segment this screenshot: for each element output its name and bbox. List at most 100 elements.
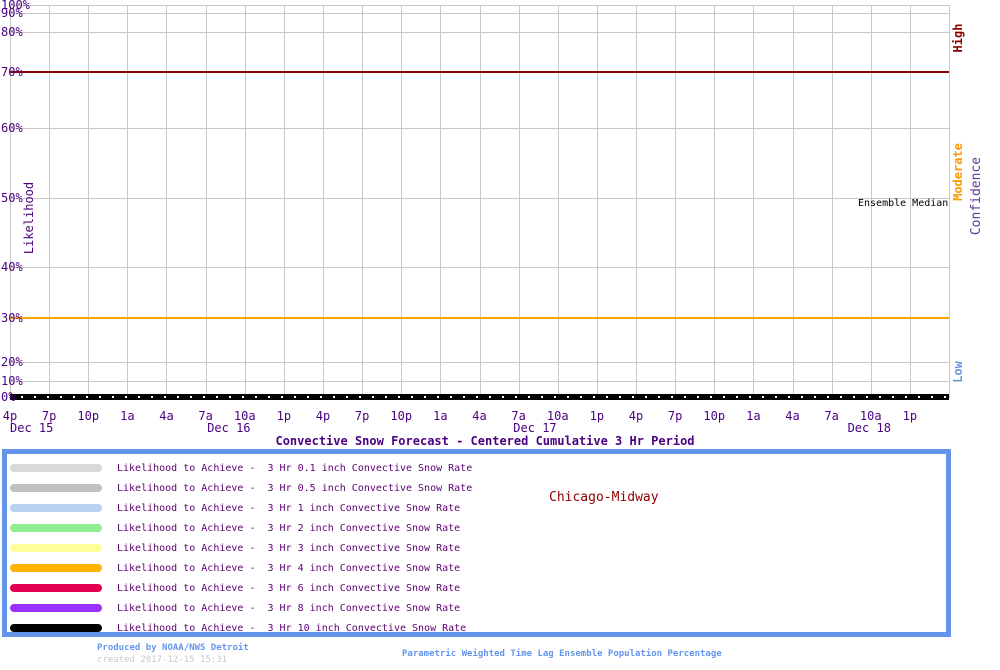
x-tick-label: 4a bbox=[785, 409, 800, 423]
vertical-gridline bbox=[792, 5, 794, 398]
x-tick-label: 7p bbox=[354, 409, 370, 423]
vertical-gridline bbox=[362, 5, 364, 398]
x-tick-label: 1a bbox=[433, 409, 448, 423]
legend-label: Likelihood to Achieve - 3 Hr 4 inch Conv… bbox=[117, 562, 461, 574]
right-axis-title: Confidence bbox=[969, 156, 984, 236]
vertical-gridline bbox=[557, 5, 559, 398]
date-label: Dec 15 bbox=[10, 421, 54, 435]
x-tick-label: 1p bbox=[902, 409, 918, 423]
legend-label: Likelihood to Achieve - 3 Hr 0.1 inch Co… bbox=[117, 462, 473, 474]
y-tick-label: 50% bbox=[1, 190, 23, 205]
date-label: Dec 16 bbox=[207, 421, 251, 435]
plot-area bbox=[10, 5, 950, 400]
legend-item: Likelihood to Achieve - 3 Hr 10 inch Con… bbox=[10, 618, 466, 638]
legend-item: Likelihood to Achieve - 3 Hr 2 inch Conv… bbox=[10, 518, 460, 538]
legend-swatch bbox=[10, 564, 102, 572]
legend-swatch bbox=[10, 624, 102, 632]
vertical-gridline bbox=[401, 5, 403, 398]
y-tick-label: 80% bbox=[1, 25, 23, 40]
x-tick-label: 10p bbox=[390, 409, 413, 423]
x-tick-label: 4a bbox=[472, 409, 487, 423]
legend-label: Likelihood to Achieve - 3 Hr 3 inch Conv… bbox=[117, 542, 461, 554]
confidence-zone-label-low: Low bbox=[951, 361, 965, 383]
x-tick-label: 4a bbox=[159, 409, 174, 423]
chart-title: Convective Snow Forecast - Centered Cumu… bbox=[275, 434, 695, 448]
horizontal-gridline bbox=[10, 361, 949, 363]
legend-item: Likelihood to Achieve - 3 Hr 6 inch Conv… bbox=[10, 578, 460, 598]
y-tick-label: 60% bbox=[1, 121, 23, 135]
vertical-gridline bbox=[283, 5, 285, 398]
vertical-gridline bbox=[714, 5, 716, 398]
legend-item: Likelihood to Achieve - 3 Hr 4 inch Conv… bbox=[10, 558, 460, 578]
station-name: Chicago-Midway bbox=[549, 490, 659, 505]
vertical-gridline bbox=[88, 5, 90, 398]
legend-swatch bbox=[10, 524, 102, 532]
y-tick-label: 40% bbox=[1, 260, 23, 275]
produced-by-credit: Produced by NOAA/NWS Detroit bbox=[97, 643, 249, 653]
y-tick-label: 0% bbox=[1, 389, 16, 404]
zero-percent-data-band bbox=[10, 393, 949, 400]
vertical-gridline bbox=[479, 5, 481, 398]
legend-swatch bbox=[10, 584, 102, 592]
vertical-gridline bbox=[49, 5, 51, 398]
legend-label: Likelihood to Achieve - 3 Hr 8 inch Conv… bbox=[117, 602, 461, 614]
x-tick-label: 7p bbox=[667, 409, 683, 423]
ensemble-median-label: Ensemble Median bbox=[858, 198, 949, 209]
confidence-zone-label-moderate: Moderate bbox=[951, 143, 965, 201]
legend-swatch bbox=[10, 464, 102, 472]
confidence-zone-label-high: High bbox=[951, 23, 965, 53]
y-tick-label: 20% bbox=[1, 354, 23, 369]
horizontal-gridline bbox=[10, 32, 949, 34]
legend-label: Likelihood to Achieve - 3 Hr 6 inch Conv… bbox=[117, 582, 461, 594]
vertical-gridline bbox=[949, 5, 950, 398]
reference-line-30pct bbox=[10, 316, 949, 319]
legend-label: Likelihood to Achieve - 3 Hr 1 inch Conv… bbox=[117, 502, 461, 514]
legend-label: Likelihood to Achieve - 3 Hr 2 inch Conv… bbox=[117, 522, 461, 534]
vertical-gridline bbox=[440, 5, 442, 398]
legend-label: Likelihood to Achieve - 3 Hr 0.5 inch Co… bbox=[117, 482, 473, 494]
vertical-gridline bbox=[635, 5, 637, 398]
horizontal-gridline bbox=[10, 128, 949, 129]
vertical-gridline bbox=[753, 5, 755, 398]
created-timestamp: created 2017-12-15 15:31 bbox=[97, 655, 228, 665]
vertical-gridline bbox=[518, 5, 520, 398]
legend-swatch bbox=[10, 484, 102, 492]
legend-label: Likelihood to Achieve - 3 Hr 10 inch Con… bbox=[117, 622, 467, 634]
horizontal-gridline bbox=[10, 5, 949, 6]
horizontal-gridline bbox=[10, 197, 949, 199]
vertical-gridline bbox=[244, 5, 246, 398]
vertical-gridline bbox=[127, 5, 129, 398]
legend-item: Likelihood to Achieve - 3 Hr 3 inch Conv… bbox=[10, 538, 460, 558]
x-tick-label: 1a bbox=[746, 409, 761, 423]
legend-swatch bbox=[10, 604, 102, 612]
convective-snow-forecast-chart: 100% 90% 80% 70% 60% 50% 40% 30% 20% 10% 0% 4p 7p 10… bbox=[0, 0, 1000, 670]
x-tick-label: 4p bbox=[628, 409, 644, 423]
vertical-gridline bbox=[675, 5, 677, 398]
legend-item: Likelihood to Achieve - 3 Hr 0.1 inch Co… bbox=[10, 458, 472, 478]
legend-item: Likelihood to Achieve - 3 Hr 8 inch Conv… bbox=[10, 598, 460, 618]
horizontal-gridline bbox=[10, 12, 949, 14]
product-description: Parametric Weighted Time Lag Ensemble Po… bbox=[402, 649, 722, 659]
y-tick-label: 70% bbox=[1, 65, 23, 80]
x-tick-label: 1p bbox=[276, 409, 292, 423]
legend-item: Likelihood to Achieve - 3 Hr 1 inch Conv… bbox=[10, 498, 460, 518]
vertical-gridline bbox=[205, 5, 207, 398]
y-tick-label: 10% bbox=[1, 374, 23, 389]
x-tick-label: 1p bbox=[589, 409, 605, 423]
date-label: Dec 18 bbox=[847, 421, 891, 435]
y-tick-label: 90% bbox=[1, 5, 23, 20]
date-label: Dec 17 bbox=[513, 421, 557, 435]
legend-swatch bbox=[10, 544, 102, 552]
ensemble-median-dotted-line bbox=[10, 395, 949, 398]
horizontal-gridline bbox=[10, 381, 949, 383]
reference-line-70pct bbox=[10, 71, 949, 74]
legend-swatch bbox=[10, 504, 102, 512]
x-tick-label: 7a bbox=[824, 409, 839, 423]
horizontal-gridline bbox=[10, 267, 949, 269]
legend-box: Likelihood to Achieve - 3 Hr 0.1 inch Co… bbox=[2, 449, 951, 637]
vertical-gridline bbox=[596, 5, 598, 398]
legend-item: Likelihood to Achieve - 3 Hr 0.5 inch Co… bbox=[10, 478, 472, 498]
vertical-gridline bbox=[831, 5, 833, 398]
vertical-gridline bbox=[166, 5, 168, 398]
y-tick-label: 30% bbox=[1, 310, 23, 325]
